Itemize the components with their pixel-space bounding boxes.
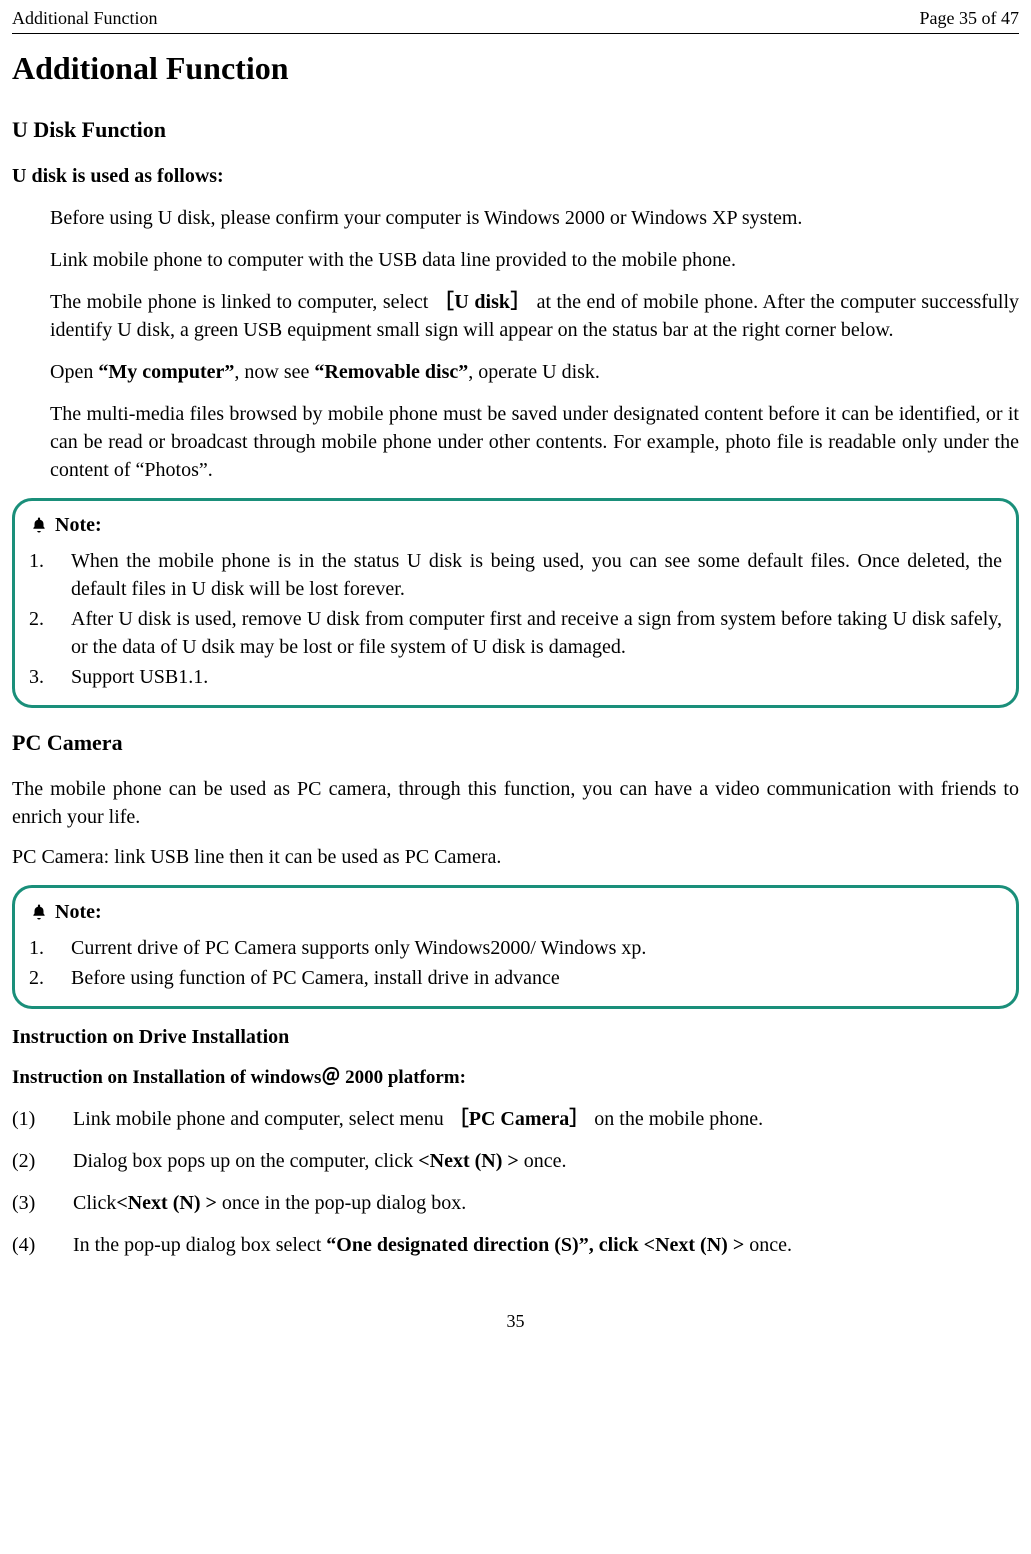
list-item: 2.Before using function of PC Camera, in… bbox=[29, 964, 1002, 992]
page-number: 35 bbox=[12, 1309, 1019, 1334]
udisk-subheading: U disk is used as follows: bbox=[12, 162, 1019, 190]
bell-icon bbox=[29, 902, 49, 922]
udisk-menu-label: ［U disk］ bbox=[434, 291, 531, 313]
udisk-p1: Before using U disk, please confirm your… bbox=[50, 204, 1019, 232]
note-list: 1. When the mobile phone is in the statu… bbox=[29, 547, 1002, 691]
pccamera-p1: The mobile phone can be used as PC camer… bbox=[12, 775, 1019, 831]
pccamera-p2: PC Camera: link USB line then it can be … bbox=[12, 843, 1019, 871]
list-item: 2.After U disk is used, remove U disk fr… bbox=[29, 605, 1002, 661]
list-item: 1. When the mobile phone is in the statu… bbox=[29, 547, 1002, 603]
udisk-p5: The multi-media files browsed by mobile … bbox=[50, 400, 1019, 484]
step-2: (2) Dialog box pops up on the computer, … bbox=[12, 1147, 1019, 1175]
header-title-right: Page 35 of 47 bbox=[920, 6, 1019, 31]
pccamera-heading: PC Camera bbox=[12, 728, 1019, 759]
page-header: Additional Function Page 35 of 47 bbox=[12, 6, 1019, 34]
page-title: Additional Function bbox=[12, 46, 1019, 91]
udisk-p4: Open “My computer”, now see “Removable d… bbox=[50, 358, 1019, 386]
note-box-2: Note: 1.Current drive of PC Camera suppo… bbox=[12, 885, 1019, 1009]
note-heading: Note: bbox=[29, 511, 1002, 539]
install-steps: (1) Link mobile phone and computer, sele… bbox=[12, 1105, 1019, 1259]
udisk-p2: Link mobile phone to computer with the U… bbox=[50, 246, 1019, 274]
bell-icon bbox=[29, 515, 49, 535]
note-heading: Note: bbox=[29, 898, 1002, 926]
install-subheading: Instruction on Installation of windows＠ … bbox=[12, 1065, 1019, 1092]
install-heading: Instruction on Drive Installation bbox=[12, 1023, 1019, 1051]
udisk-p3: The mobile phone is linked to computer, … bbox=[50, 288, 1019, 344]
step-4: (4) In the pop-up dialog box select “One… bbox=[12, 1231, 1019, 1259]
list-item: 1.Current drive of PC Camera supports on… bbox=[29, 934, 1002, 962]
note-label: Note: bbox=[55, 898, 102, 926]
note-list: 1.Current drive of PC Camera supports on… bbox=[29, 934, 1002, 992]
udisk-content: Before using U disk, please confirm your… bbox=[12, 204, 1019, 484]
header-title-left: Additional Function bbox=[12, 6, 158, 31]
note-box-1: Note: 1. When the mobile phone is in the… bbox=[12, 498, 1019, 708]
step-1: (1) Link mobile phone and computer, sele… bbox=[12, 1105, 1019, 1133]
list-item: 3.Support USB1.1. bbox=[29, 663, 1002, 691]
udisk-heading: U Disk Function bbox=[12, 115, 1019, 146]
note-label: Note: bbox=[55, 511, 102, 539]
step-3: (3) Click<Next (N) > once in the pop-up … bbox=[12, 1189, 1019, 1217]
